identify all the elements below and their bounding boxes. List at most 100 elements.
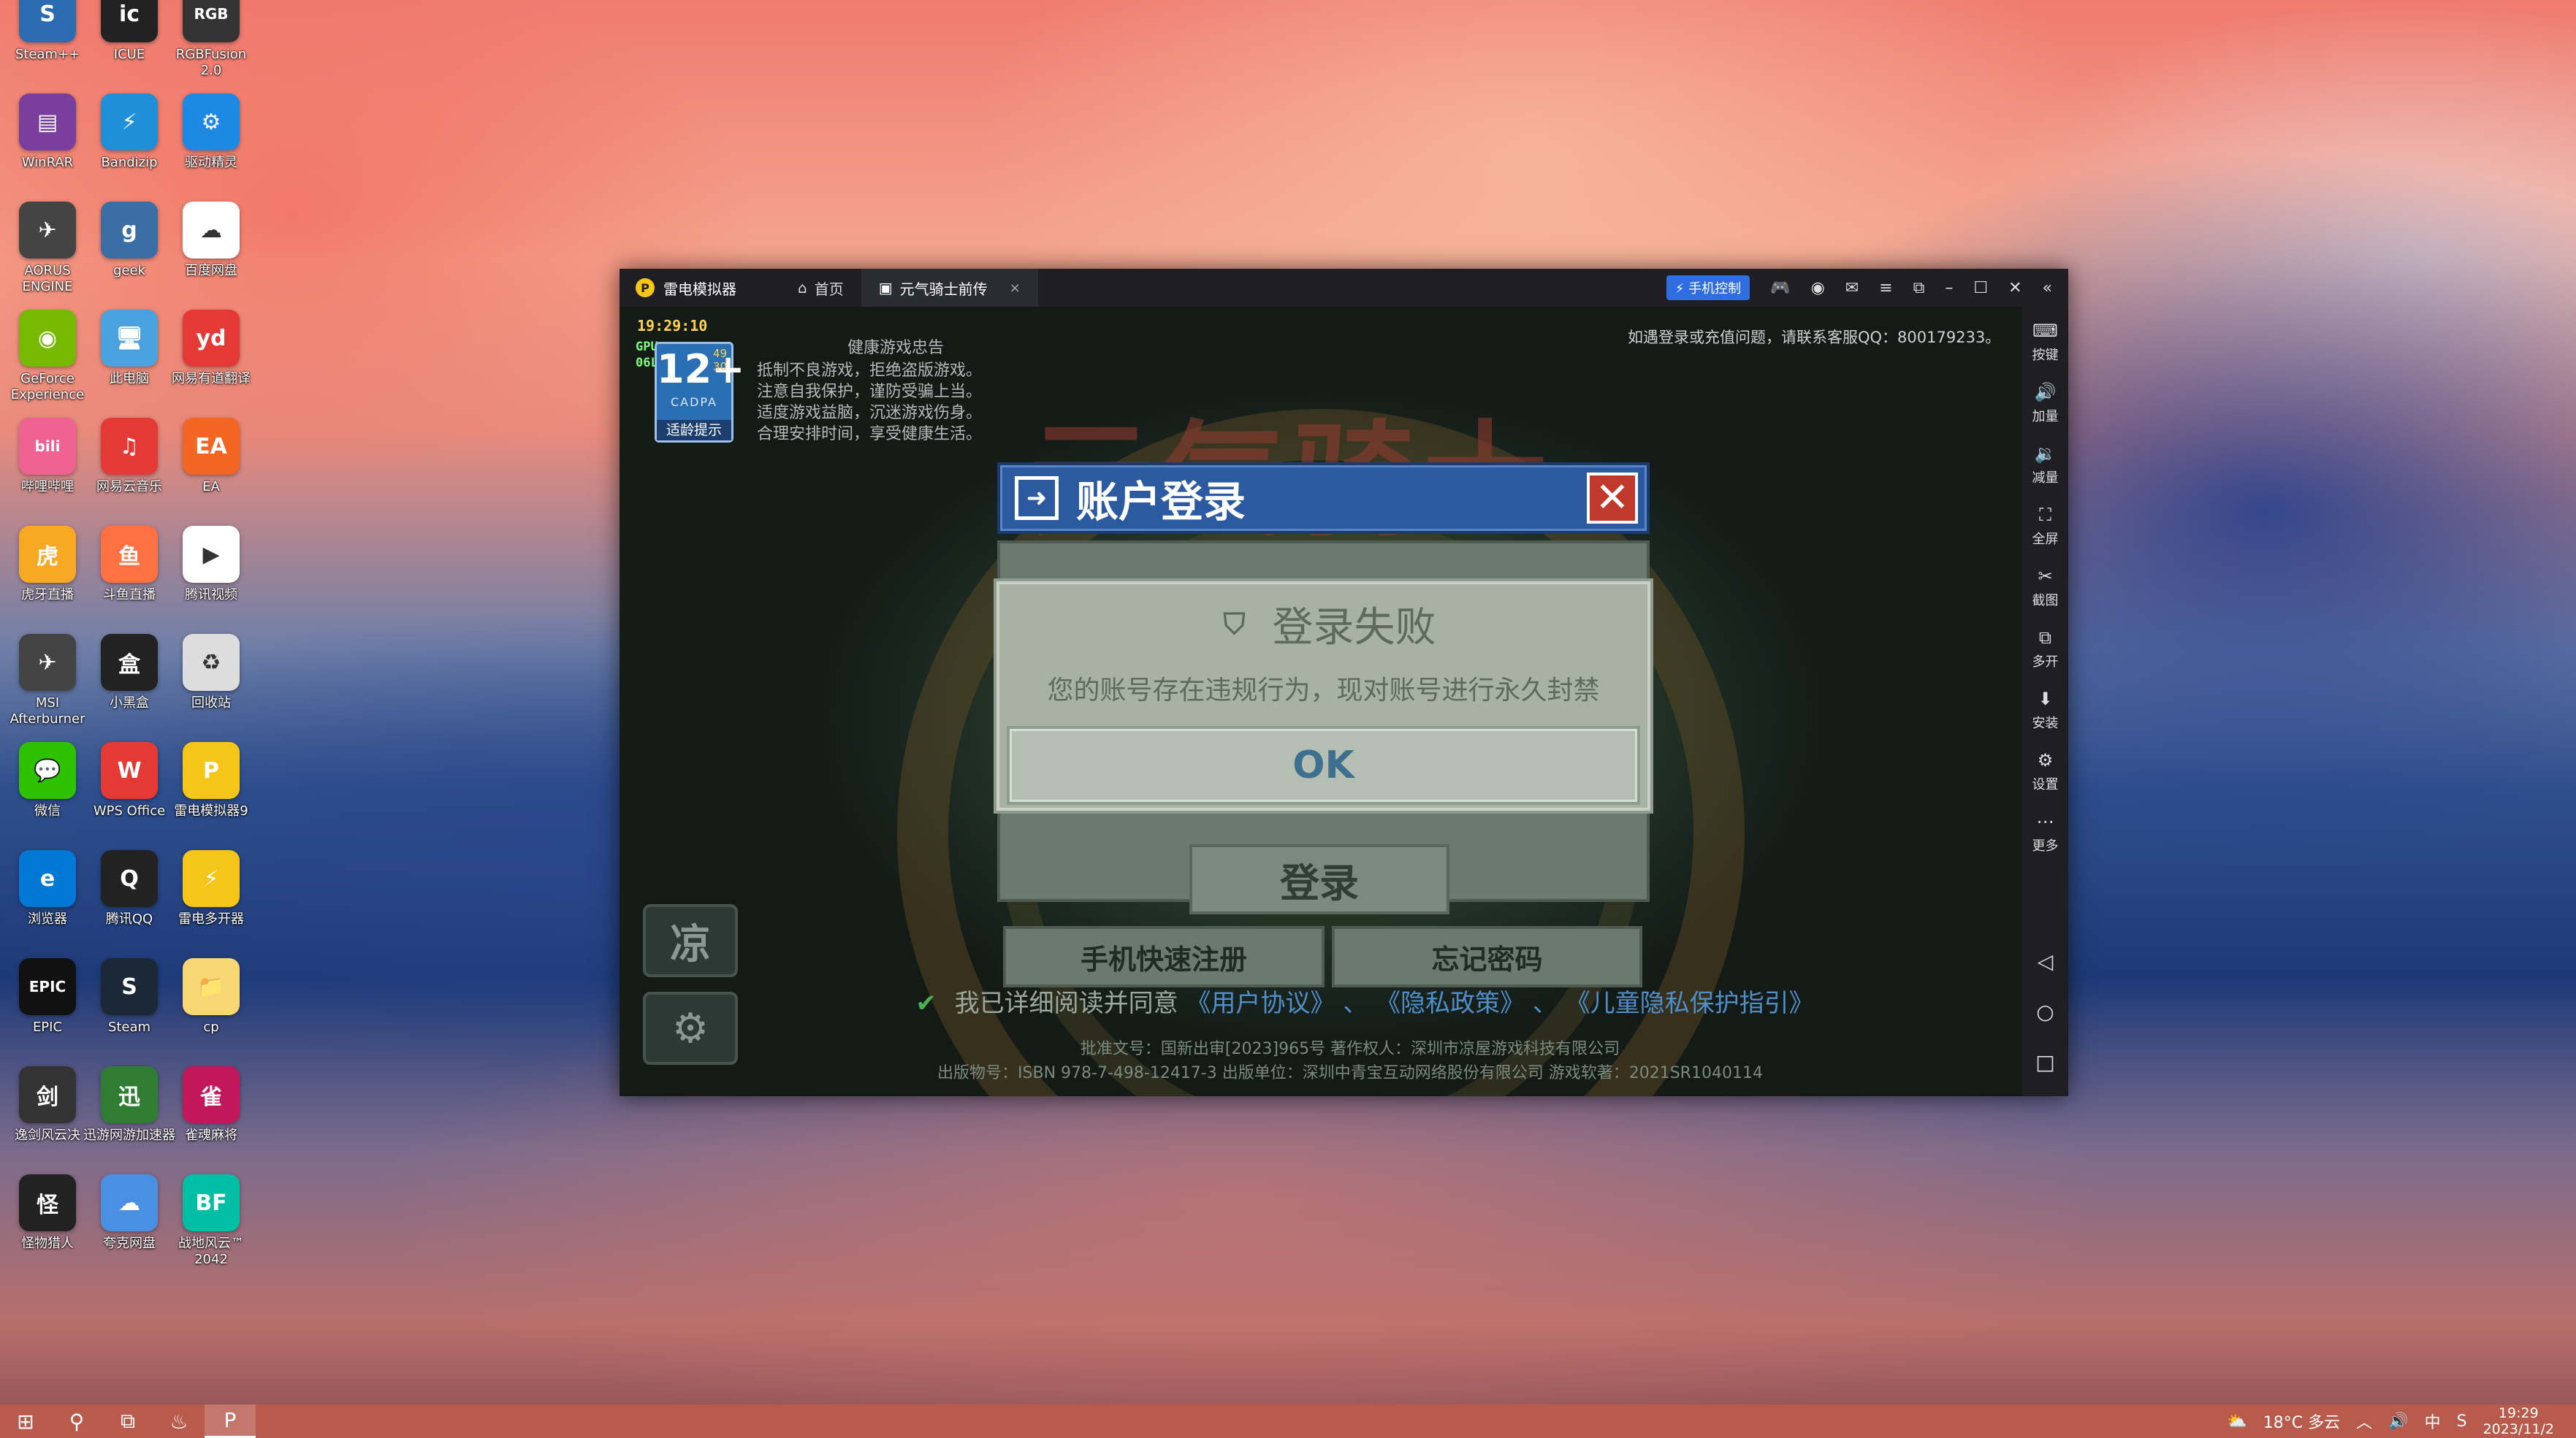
desktop-icon[interactable]: ⚡ 雷电多开器 — [164, 850, 259, 928]
dialog-title: 登录失败 — [1272, 604, 1436, 651]
desktop-icon[interactable]: 🖥 此电脑 — [82, 310, 177, 387]
desktop-icon[interactable]: 💬 微信 — [0, 742, 95, 819]
game-screen[interactable]: 元气骑士 19:29:10 GPU 06L 12+ CADPA 适龄提示 493… — [620, 307, 2022, 1096]
steam-icon[interactable]: ♨ — [153, 1404, 205, 1438]
sidebar-item-multi-instance[interactable]: ⧉ 多开 — [2032, 628, 2059, 689]
sidebar-item-install[interactable]: ⬇ 安装 — [2032, 689, 2059, 751]
desktop-icon[interactable]: RGB RGBFusion 2.0 — [164, 0, 259, 79]
desktop-icon[interactable]: ⚡ Bandizip — [82, 93, 177, 171]
desktop-icon[interactable]: EA EA — [164, 418, 259, 495]
desktop-icon[interactable]: EPIC EPIC — [0, 958, 95, 1036]
desktop-icon[interactable]: bili 哔哩哔哩 — [0, 418, 95, 495]
restore-icon[interactable]: ⧉ — [1913, 279, 1925, 297]
recents-icon[interactable]: □ — [2035, 1050, 2054, 1074]
sidebar-item-volume-down[interactable]: 🔉 减量 — [2032, 444, 2059, 505]
user-icon[interactable]: ◉ — [1811, 279, 1825, 297]
task-view-icon[interactable]: ⧉ — [102, 1404, 153, 1438]
app-icon: 虎 — [19, 526, 76, 583]
desktop-icon[interactable]: S Steam++ — [0, 0, 95, 63]
desktop-icon-label: 浏览器 — [28, 911, 67, 927]
desktop-icon[interactable]: 怪怪物猎人 — [0, 1174, 95, 1252]
desktop-icon[interactable]: ☁ 百度网盘 — [164, 202, 259, 279]
child-privacy-link[interactable]: 《儿童隐私保护指引》 — [1566, 989, 1814, 1018]
search-icon[interactable]: ⚲ — [51, 1404, 102, 1438]
desktop-icon[interactable]: ⚙ 驱动精灵 — [164, 93, 259, 171]
desktop-icon[interactable]: 剑逸剑风云决 — [0, 1066, 95, 1144]
desktop-icon[interactable]: g geek — [82, 202, 177, 279]
sidebar-item-more[interactable]: ⋯ 更多 — [2032, 812, 2059, 873]
app-tray-icon[interactable]: S — [2457, 1412, 2467, 1431]
privacy-policy-link[interactable]: 《隐私政策》 — [1376, 989, 1525, 1018]
desktop-icon[interactable]: 盒小黑盒 — [82, 634, 177, 711]
windows-start-icon[interactable]: ⊞ — [0, 1404, 51, 1438]
tray-chevron-icon[interactable]: ︿ — [2356, 1410, 2372, 1433]
sidebar-item-scissors[interactable]: ✂ 截图 — [2032, 567, 2059, 628]
desktop-icon-label: 腾讯视频 — [185, 587, 237, 603]
menu-icon[interactable]: ≡ — [1879, 279, 1892, 297]
desktop-icon[interactable]: ✈ AORUS ENGINE — [0, 202, 95, 295]
desktop-icon-label: Steam — [107, 1020, 151, 1035]
app-icon: S — [19, 0, 76, 42]
desktop-icon[interactable]: 鱼斗鱼直播 — [82, 526, 177, 603]
collapse-sidebar-icon[interactable]: « — [2043, 279, 2052, 297]
tab-close-icon[interactable]: × — [1010, 280, 1021, 296]
keyboard-icon: ⌨ — [2032, 321, 2058, 341]
desktop-icon[interactable]: ✈ MSI Afterburner — [0, 634, 95, 727]
back-icon[interactable]: ◁ — [2038, 949, 2054, 974]
desktop-icon[interactable]: S Steam — [82, 958, 177, 1036]
desktop-icon[interactable]: ▶ 腾讯视频 — [164, 526, 259, 603]
desktop-icon[interactable]: ♫ 网易云音乐 — [82, 418, 177, 495]
ok-button[interactable]: OK — [1007, 726, 1640, 805]
ldplayer-taskbar-icon[interactable]: P — [205, 1404, 256, 1438]
user-agreement-link[interactable]: 《用户协议》 — [1186, 989, 1335, 1018]
desktop-icon[interactable]: ◉ GeForce Experience — [0, 310, 95, 403]
weather[interactable]: 18°C 多云 — [2263, 1410, 2340, 1433]
desktop-icon[interactable]: 迅迅游网游加速器 — [82, 1066, 177, 1144]
tab-home[interactable]: ⌂ 首页 — [780, 269, 861, 307]
app-icon: yd — [183, 310, 240, 367]
desktop-icon[interactable]: yd 网易有道翻译 — [164, 310, 259, 387]
mail-icon[interactable]: ✉ — [1845, 279, 1859, 297]
desktop-icon[interactable]: ☁ 夸克网盘 — [82, 1174, 177, 1252]
gamepad-icon[interactable]: 🎮 — [1770, 279, 1790, 297]
desktop-icon[interactable]: 虎虎牙直播 — [0, 526, 95, 603]
tab-home-label: 首页 — [814, 280, 844, 298]
desktop-icon[interactable]: ic ICUE — [82, 0, 177, 63]
sidebar-item-label: 设置 — [2032, 777, 2059, 792]
app-icon: 迅 — [101, 1066, 158, 1123]
desktop-icon[interactable]: BF 战地风云™ 2042 — [164, 1174, 259, 1268]
minimize-icon[interactable]: – — [1945, 279, 1953, 297]
desktop-icon-label: EPIC — [32, 1020, 63, 1035]
desktop-icon[interactable]: e 浏览器 — [0, 850, 95, 928]
volume-icon[interactable]: 🔊 — [2388, 1412, 2408, 1431]
agree-checkbox[interactable]: ✔ — [915, 989, 937, 1018]
desktop-icon[interactable]: ▤ WinRAR — [0, 93, 95, 171]
sidebar-item-fullscreen[interactable]: ⛶ 全屏 — [2032, 505, 2059, 567]
desktop-icon[interactable]: W WPS Office — [82, 742, 177, 819]
sidebar-item-settings[interactable]: ⚙ 设置 — [2032, 751, 2059, 812]
quick-register-button[interactable]: 手机快速注册 — [1003, 926, 1325, 987]
game-settings-button[interactable]: ⚙ — [643, 992, 738, 1065]
desktop-icon[interactable]: 雀雀魂麻将 — [164, 1066, 259, 1144]
login-close-button[interactable]: ✕ — [1587, 473, 1638, 524]
sidebar-item-keyboard[interactable]: ⌨ 按键 — [2032, 321, 2059, 383]
ime-indicator[interactable]: 中 — [2425, 1410, 2441, 1433]
forgot-password-button[interactable]: 忘记密码 — [1332, 926, 1642, 987]
tab-game[interactable]: ▣ 元气骑士前传 × — [861, 269, 1038, 307]
login-button[interactable]: 登录 — [1189, 844, 1449, 914]
phone-control-button[interactable]: ⚡ 手机控制 — [1666, 275, 1750, 300]
desktop-icon[interactable]: P 雷电模拟器9 — [164, 742, 259, 819]
desktop-icon-label: Steam++ — [15, 47, 80, 62]
desktop-icon[interactable]: ♻ 回收站 — [164, 634, 259, 711]
desktop-icon[interactable]: Q 腾讯QQ — [82, 850, 177, 928]
sidebar-item-volume-up[interactable]: 🔊 加量 — [2032, 383, 2059, 444]
close-icon[interactable]: ✕ — [2008, 279, 2021, 297]
studio-button[interactable]: 凉 — [643, 904, 738, 977]
agreement-row: ✔ 我已详细阅读并同意 《用户协议》 、 《隐私政策》 、 《儿童隐私保护指引》 — [890, 983, 1840, 1019]
home-circle-icon[interactable]: ○ — [2036, 1000, 2054, 1024]
agree-text: 我已详细阅读并同意 — [954, 989, 1178, 1018]
desktop-icon[interactable]: 📁 cp — [164, 958, 259, 1036]
clock[interactable]: 19:29 2023/11/2 — [2483, 1405, 2554, 1437]
maximize-icon[interactable]: ☐ — [1973, 279, 1988, 297]
desktop-icon-label: 虎牙直播 — [21, 587, 74, 603]
